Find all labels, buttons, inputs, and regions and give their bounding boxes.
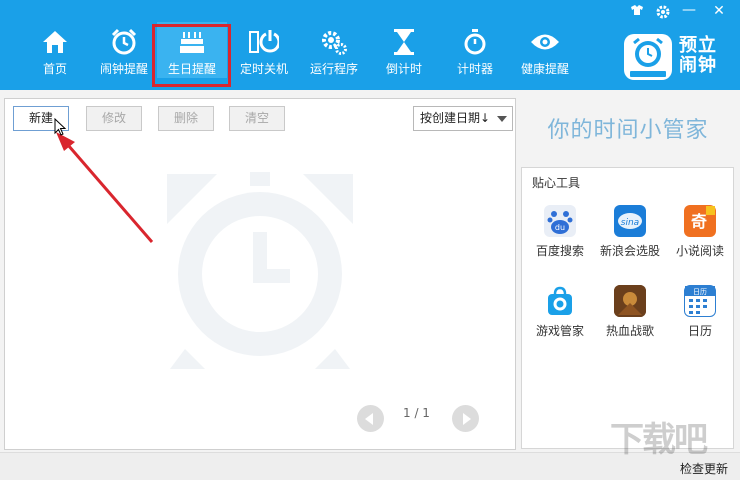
svg-text:奇: 奇 [691, 212, 707, 231]
gears-icon [299, 28, 369, 56]
slogan: 你的时间小管家 [547, 118, 709, 143]
nav-alarm[interactable]: 闹钟提醒 [89, 22, 159, 78]
novel-icon: 奇 [684, 205, 716, 237]
nav-timer[interactable]: 计时器 [440, 22, 510, 78]
active-tab-highlight [152, 24, 231, 87]
next-page-button[interactable] [452, 405, 479, 432]
nav-health[interactable]: 健康提醒 [510, 22, 580, 78]
nav-label: 倒计时 [385, 62, 422, 76]
birthday-list-panel: 新建 修改 删除 清空 按创建日期↓ 1 / 1 [4, 98, 516, 450]
tool-label: 日历 [687, 324, 712, 338]
stopwatch-icon [440, 28, 510, 56]
delete-button[interactable]: 删除 [158, 106, 214, 131]
tools-title: 贴心工具 [532, 176, 581, 190]
prev-page-button[interactable] [357, 405, 384, 432]
home-icon [20, 28, 90, 56]
svg-text:sina: sina [621, 218, 639, 228]
alarm-clock-icon [89, 28, 159, 56]
shirt-icon[interactable] [626, 4, 648, 20]
svg-text:日历: 日历 [693, 288, 707, 296]
baidu-icon: du [544, 205, 576, 237]
eye-icon [510, 28, 580, 56]
tool-label: 小说阅读 [675, 244, 724, 258]
nav-home[interactable]: 首页 [20, 22, 90, 78]
nav-run-program[interactable]: 运行程序 [299, 22, 369, 78]
game-bag-icon [544, 285, 576, 317]
svg-text:du: du [555, 223, 565, 232]
check-update-link[interactable]: 检查更新 [680, 460, 728, 477]
app-title: 预立 闹钟 [679, 36, 729, 76]
warrior-game-icon [614, 285, 646, 317]
nav-shutdown[interactable]: 定时关机 [229, 22, 299, 78]
tool-game-manager[interactable]: 游戏管家 [525, 285, 595, 345]
gear-icon[interactable] [652, 4, 674, 24]
app-logo [624, 34, 672, 80]
tool-sina-stock[interactable]: sina 新浪会选股 [595, 205, 665, 265]
tool-warrior-game[interactable]: 热血战歌 [595, 285, 665, 345]
sina-icon: sina [614, 205, 646, 237]
empty-state-clock-icon [155, 164, 365, 377]
nav-label: 健康提醒 [520, 62, 569, 76]
minimize-button[interactable]: — [678, 2, 700, 18]
chevron-down-icon [497, 116, 507, 122]
sort-select-value: 按创建日期↓ [420, 111, 491, 125]
mouse-cursor-icon [54, 118, 67, 136]
site-watermark: 下载吧 [610, 420, 708, 460]
tool-novel-reader[interactable]: 奇 小说阅读 [665, 205, 735, 265]
edit-button[interactable]: 修改 [86, 106, 142, 131]
tool-calendar[interactable]: 日历 日历 [665, 285, 735, 345]
app-title-line2: 闹钟 [679, 55, 717, 76]
sort-select[interactable]: 按创建日期↓ [413, 106, 513, 131]
tool-baidu-search[interactable]: du 百度搜索 [525, 205, 595, 265]
power-icon [229, 28, 299, 56]
tools-panel: 贴心工具 du 百度搜索 sina 新浪会选股 奇 小说阅读 游戏管家 热血战歌… [521, 167, 734, 449]
hourglass-icon [369, 28, 439, 56]
top-nav-bar: 首页 闹钟提醒 生日提醒 定时关机 运行程序 倒计时 计时器 健康提醒 — ✕ … [0, 0, 740, 90]
calendar-icon: 日历 [684, 285, 716, 317]
clear-button[interactable]: 清空 [229, 106, 285, 131]
page-indicator: 1 / 1 [403, 406, 430, 420]
app-title-line1: 预立 [679, 35, 717, 56]
close-button[interactable]: ✕ [708, 3, 730, 19]
nav-countdown[interactable]: 倒计时 [369, 22, 439, 78]
